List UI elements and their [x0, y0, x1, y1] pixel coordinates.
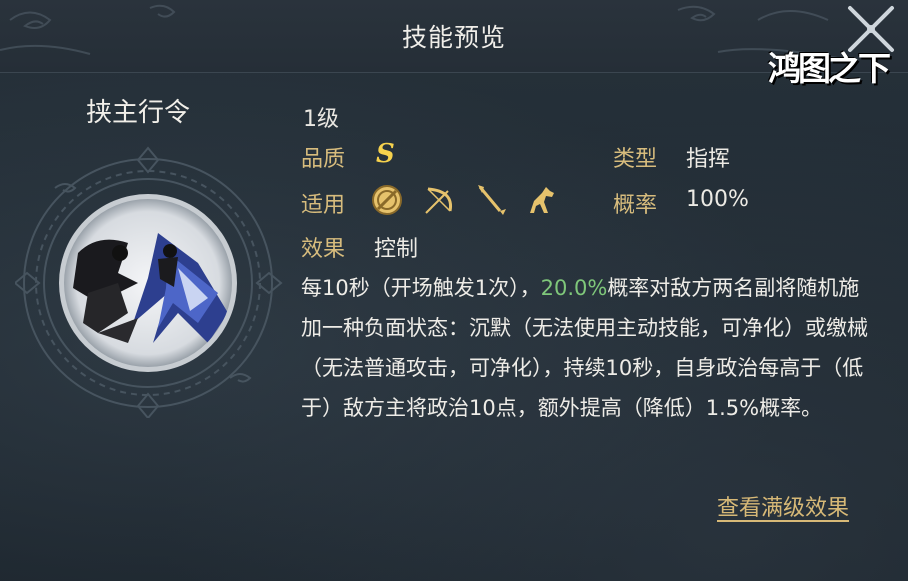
- type-value: 指挥: [686, 147, 731, 172]
- type-label: 类型: [613, 147, 658, 172]
- effect-label: 效果: [301, 237, 346, 262]
- horse-icon: [530, 187, 554, 213]
- applicable-label: 适用: [301, 193, 346, 218]
- skill-preview-panel: 技能预览 鸿图之下 挟主行令 1级 品质 S 类型 指挥 适用 概率 100% …: [0, 0, 908, 581]
- view-max-level-link[interactable]: 查看满级效果: [717, 490, 849, 522]
- description-highlight: 20.0%: [540, 276, 608, 300]
- skill-level: 1级: [303, 107, 339, 132]
- skill-icon: [59, 194, 237, 372]
- chance-value: 100%: [686, 187, 749, 212]
- quality-label: 品质: [301, 147, 346, 172]
- shield-icon: [372, 185, 402, 215]
- effect-value: 控制: [374, 237, 419, 262]
- chance-label: 概率: [613, 193, 658, 218]
- skill-description: 每10秒（开场触发1次），20.0%概率对敌方两名副将随机施加一种负面状态：沉默…: [301, 268, 876, 428]
- description-text: 每10秒（开场触发1次），: [301, 276, 541, 300]
- logo-wordmark: 鸿图之下: [768, 49, 891, 88]
- spear-icon: [478, 185, 506, 215]
- quality-grade: S: [376, 139, 395, 169]
- skill-name: 挟主行令: [86, 98, 191, 128]
- bow-icon: [425, 187, 453, 214]
